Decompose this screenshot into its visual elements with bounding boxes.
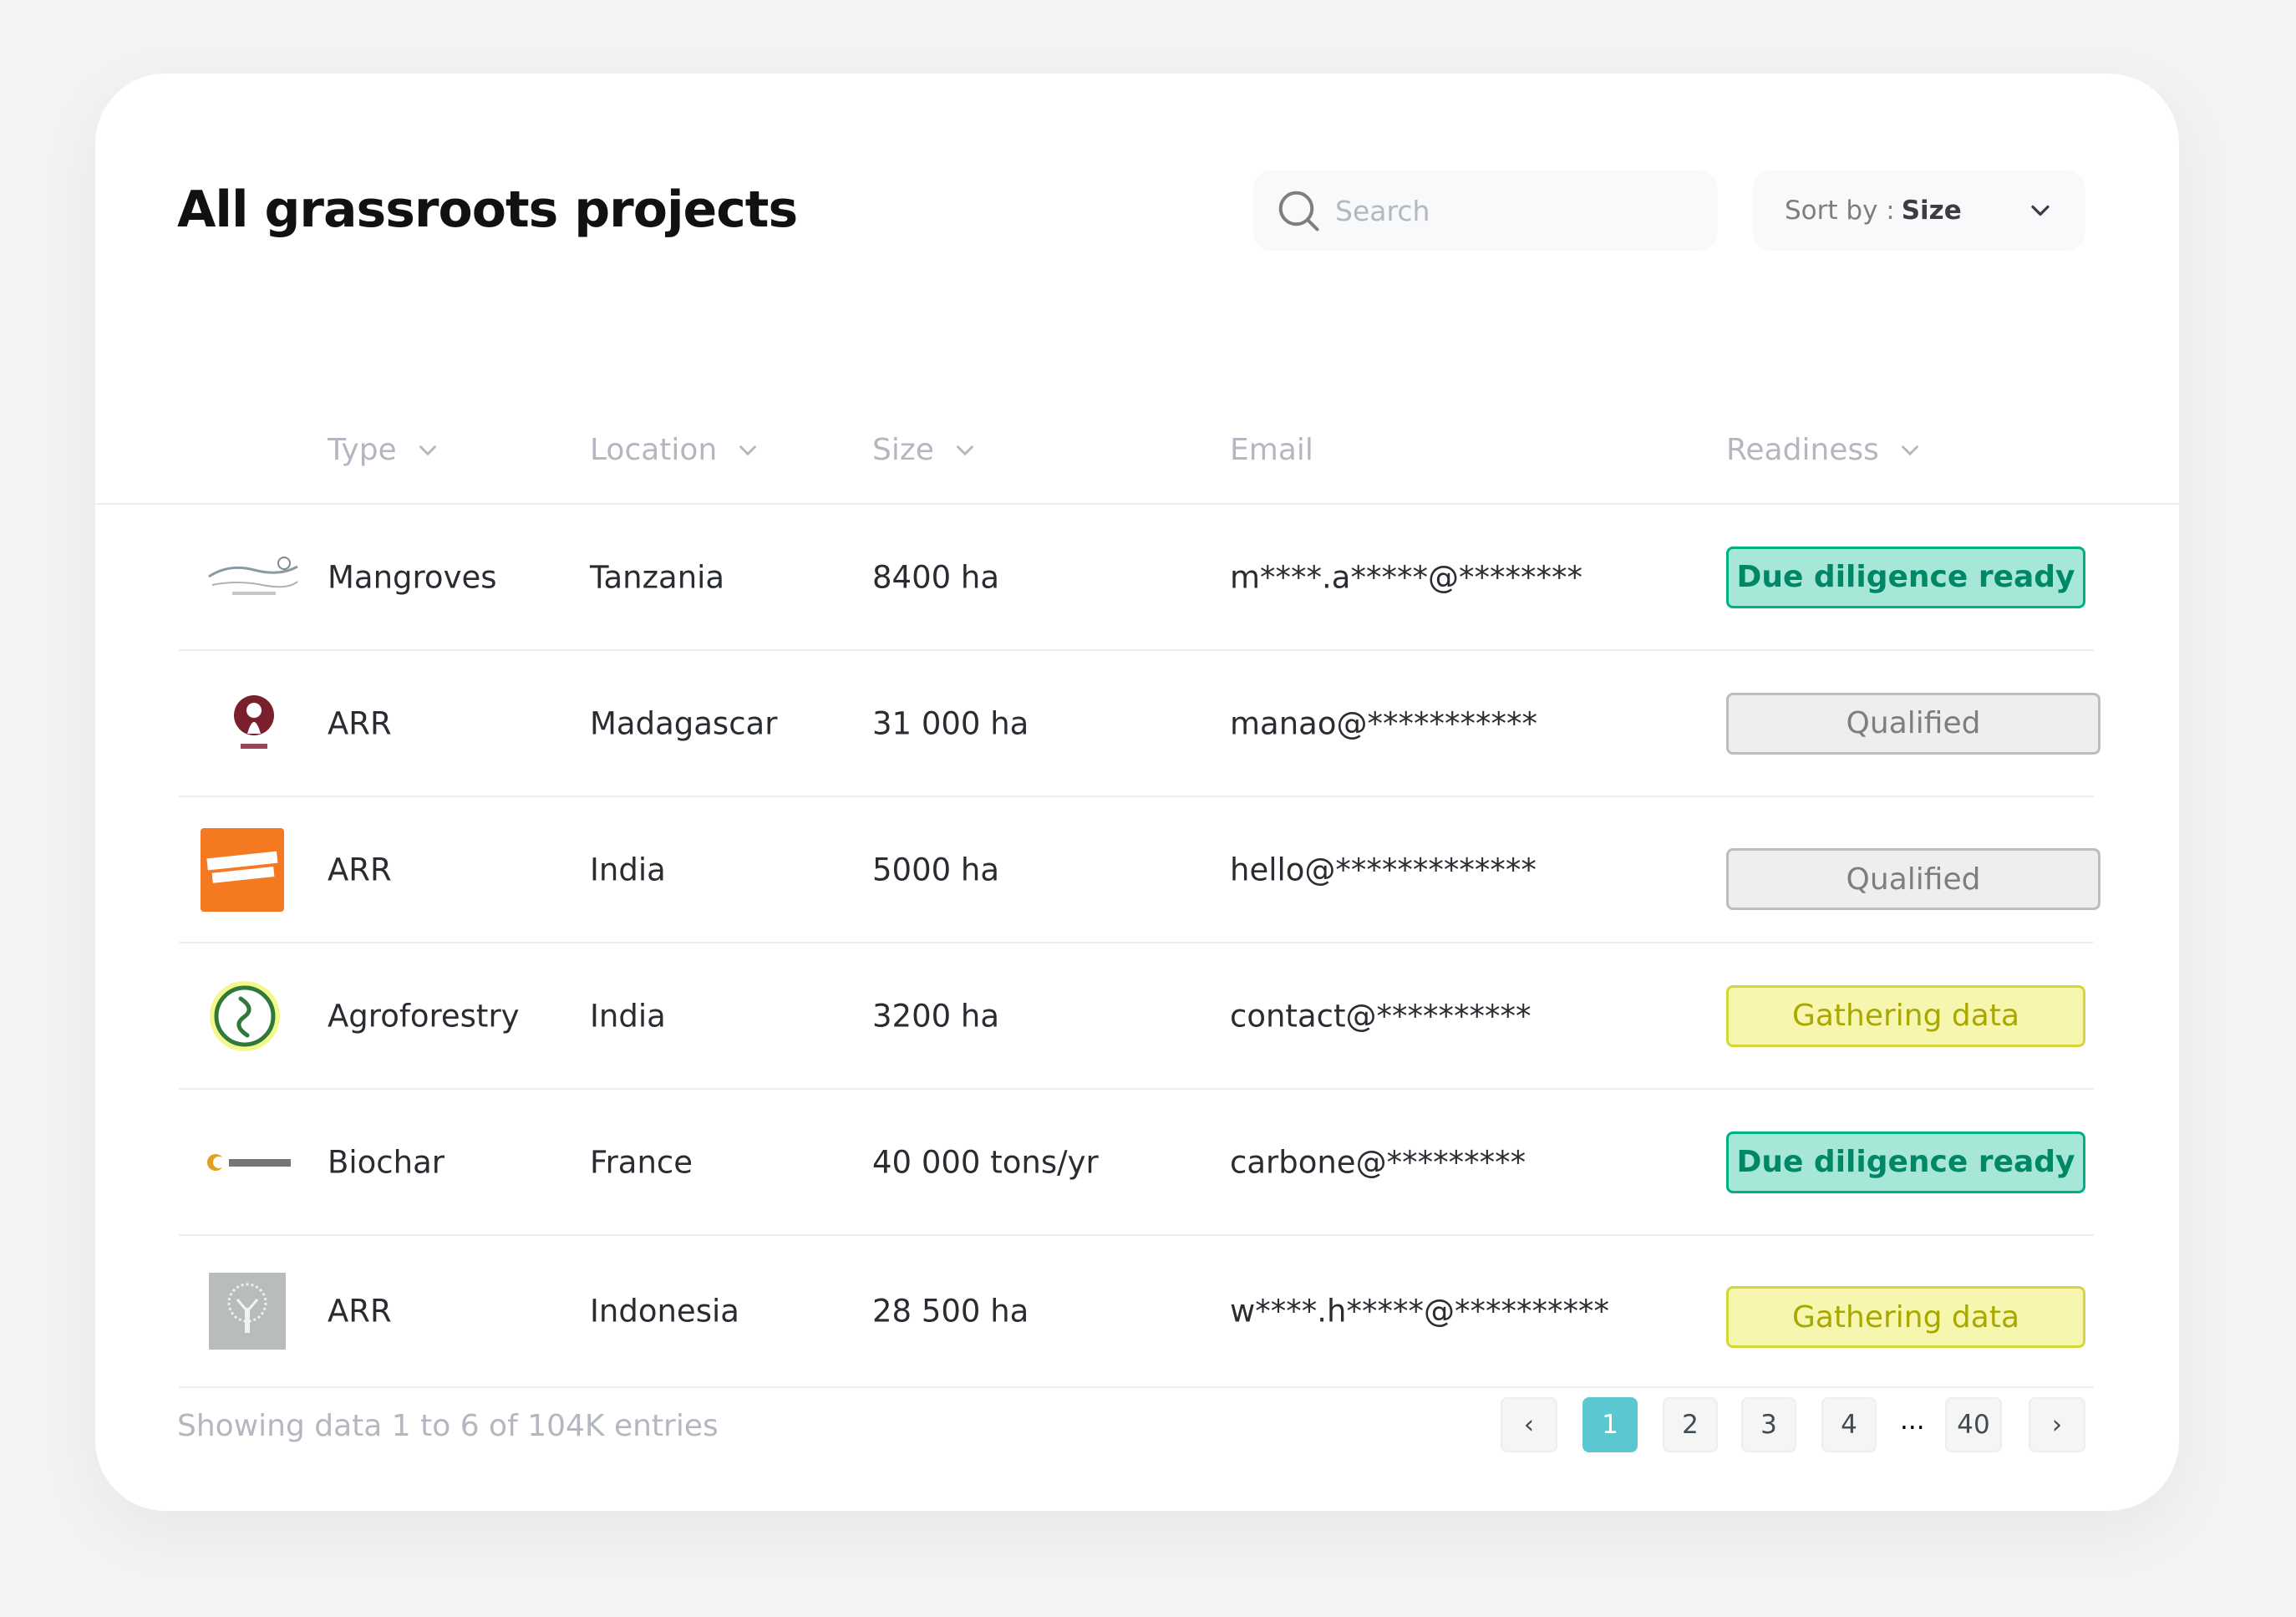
page-button-4[interactable]: 4 [1821,1397,1877,1452]
cell-size: 28 500 ha [872,1293,1029,1330]
cell-location: India [590,852,666,887]
pagination-ellipsis: ... [1900,1406,1925,1436]
chevron-down-icon [739,445,757,455]
cell-location: India [590,998,666,1034]
column-header-type[interactable]: Type [328,433,442,467]
cell-type: ARR [328,705,392,741]
entries-summary: Showing data 1 to 6 of 104K entries [177,1409,719,1443]
table-row[interactable]: Biochar France 40 000 tons/yr carbone@**… [179,1090,2094,1236]
chevron-down-icon [1902,445,1918,455]
chevron-down-icon [956,445,973,455]
green-circle-logo [207,979,282,1054]
table-row[interactable]: ARR India 5000 ha hello@************* Qu… [179,797,2100,943]
cell-email: w****.h*****@********** [1230,1293,1609,1330]
column-header-size[interactable]: Size [872,433,979,467]
cell-email: hello@************* [1230,852,1537,887]
chevron-down-icon [2031,205,2050,216]
chevron-down-icon [419,445,436,455]
cell-email: manao@*********** [1230,705,1537,741]
column-label-type: Type [328,433,397,467]
prev-page-button[interactable]: ‹ [1501,1397,1557,1452]
table-row[interactable]: Mangroves Tanzania 8400 ha m****.a*****@… [179,505,2094,651]
biochar-org-logo [204,1146,296,1179]
page-button-3[interactable]: 3 [1741,1397,1796,1452]
table-row[interactable]: Agroforestry India 3200 ha contact@*****… [179,943,2094,1090]
cell-email: contact@********** [1230,998,1532,1034]
cell-size: 40 000 tons/yr [872,1144,1099,1180]
cell-type: Biochar [328,1144,444,1180]
cell-size: 31 000 ha [872,705,1029,741]
column-label-size: Size [872,433,934,467]
column-header-location[interactable]: Location [590,433,762,467]
column-header-email: Email [1230,433,1313,467]
tree-org-logo [209,1273,286,1350]
status-badge: Qualified [1726,692,2100,755]
cell-type: Agroforestry [328,998,520,1034]
status-badge: Due diligence ready [1726,1131,2085,1193]
search-box[interactable] [1253,170,1718,251]
cell-size: 8400 ha [872,559,1000,595]
next-page-button[interactable]: › [2029,1397,2085,1452]
column-label-location: Location [590,433,718,467]
page-title: All grassroots projects [177,181,798,239]
column-label-readiness: Readiness [1726,433,1879,467]
search-input[interactable] [1335,194,1686,227]
projects-card: All grassroots projects Sort by : Size T… [95,74,2179,1511]
table-row[interactable]: ARR Indonesia 28 500 ha w****.h*****@***… [179,1236,2094,1388]
cell-size: 3200 ha [872,998,1000,1034]
table-row[interactable]: ARR Madagascar 31 000 ha manao@*********… [179,651,2100,797]
table-header: Type Location Size Email Readiness [95,406,2179,505]
status-badge: Gathering data [1726,1286,2085,1348]
cell-type: ARR [328,1293,392,1330]
column-label-email: Email [1230,433,1313,467]
cell-type: Mangroves [328,559,497,595]
status-badge: Gathering data [1726,984,2085,1047]
sort-dropdown[interactable]: Sort by : Size [1753,170,2085,251]
baobab-org-logo [212,690,296,757]
sort-prefix: Sort by : [1785,196,1895,226]
status-badge: Due diligence ready [1726,546,2085,608]
sort-value: Size [1901,196,1962,226]
cell-type: ARR [328,852,392,887]
cell-location: France [590,1144,693,1180]
mangrove-org-logo [204,548,302,607]
cell-email: m****.a*****@******** [1230,559,1582,595]
page-button-1[interactable]: 1 [1582,1397,1638,1452]
page-button-40[interactable]: 40 [1945,1397,2002,1452]
status-badge: Qualified [1726,848,2100,910]
orange-org-logo [201,827,284,912]
cell-email: carbone@********* [1230,1144,1526,1180]
page-button-2[interactable]: 2 [1663,1397,1718,1452]
cell-location: Indonesia [590,1293,739,1330]
cell-location: Madagascar [590,705,778,741]
cell-location: Tanzania [590,559,725,595]
column-header-readiness[interactable]: Readiness [1726,433,1924,467]
cell-size: 5000 ha [872,852,1000,887]
search-icon [1278,191,1319,231]
